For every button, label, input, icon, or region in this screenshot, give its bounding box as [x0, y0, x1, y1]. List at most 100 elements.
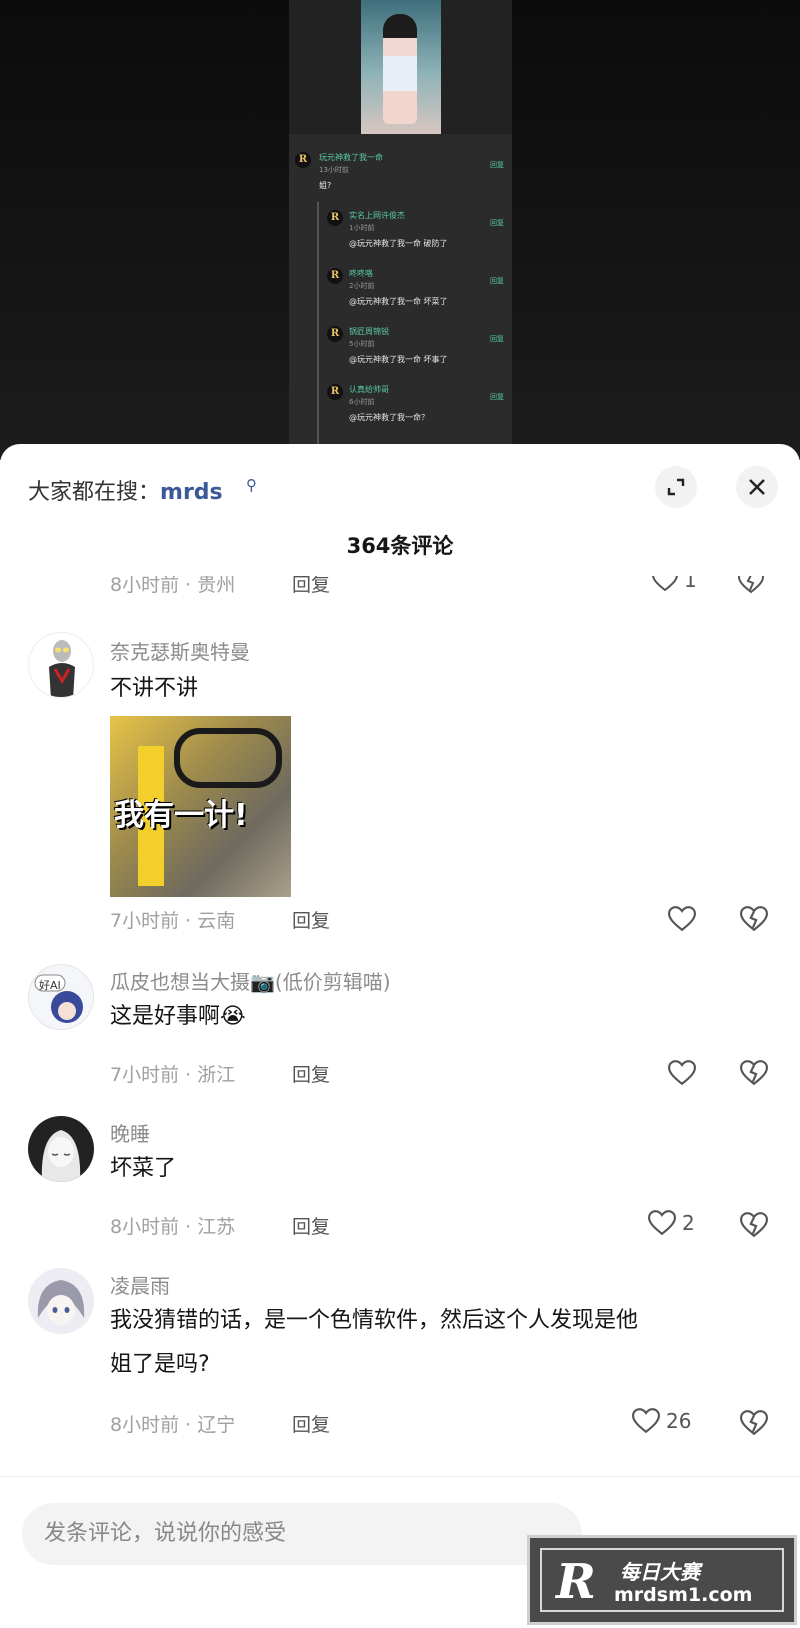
video-frame: R 玩元神救了我一命 13小时前 姐? 回复 R 实名上网许俊杰 1小时前 @玩…: [289, 0, 512, 460]
comment-list[interactable]: 8小时前 · 贵州 回复 1 奈克瑟斯奥特曼 不讲不讲 我有一计! 7小时前 ·…: [0, 576, 800, 1476]
reply-button[interactable]: 回复: [292, 576, 330, 597]
avatar[interactable]: 好AI: [28, 964, 94, 1030]
mini-comment: R 认真给帅哥 6小时前 @玩元神救了我一命？ 回复: [289, 380, 512, 440]
watermark-url: mrdsm1.com: [614, 1584, 753, 1606]
reply-button[interactable]: 回复: [292, 1060, 330, 1087]
mini-text: 姐?: [319, 181, 332, 190]
search-icon: ⚲: [246, 476, 257, 494]
expand-button[interactable]: [655, 466, 697, 508]
mini-comment: R 锅匠周锦锐 5小时前 @玩元神救了我一命 坏事了 回复: [289, 322, 512, 382]
mini-avatar-logo: R: [327, 268, 343, 284]
comment-sheet: 大家都在搜：mrds ⚲ 364条评论 8小时前 · 贵州 回复 1 奈克瑟斯奥…: [0, 444, 800, 1628]
heart-icon: [668, 906, 696, 932]
mini-reply: 回复: [490, 335, 504, 343]
mini-avatar-logo: R: [327, 210, 343, 226]
like-count: 26: [666, 1409, 692, 1433]
comment-username[interactable]: 晚睡: [110, 1118, 150, 1147]
like-button[interactable]: 2: [648, 1210, 695, 1236]
comment-username[interactable]: 凌晨雨: [110, 1270, 170, 1299]
mini-reply: 回复: [490, 393, 504, 401]
mini-reply: 回复: [490, 277, 504, 285]
mini-reply: 回复: [490, 161, 504, 169]
comment-username[interactable]: 奈克瑟斯奥特曼: [110, 636, 250, 665]
expand-icon: [667, 478, 685, 496]
mini-avatar-logo: R: [327, 326, 343, 342]
mini-time: 13小时前: [319, 166, 349, 174]
meme-caption: 我有一计!: [114, 798, 248, 833]
comment-text: 我没猜错的话，是一个色情软件，然后这个人发现是他: [110, 1308, 639, 1333]
like-count: 2: [682, 1211, 695, 1235]
like-button[interactable]: 26: [632, 1408, 691, 1434]
mini-text: @玩元神救了我一命 破防了: [349, 239, 448, 248]
anime-avatar-icon: [34, 974, 83, 1023]
avatar[interactable]: [28, 1116, 94, 1182]
comment-meta: 7小时前 · 云南: [110, 910, 236, 932]
search-suggestion[interactable]: 大家都在搜：mrds: [28, 474, 223, 506]
heart-icon: [668, 1060, 696, 1086]
avatar[interactable]: [28, 1268, 94, 1334]
mini-time: 1小时前: [349, 224, 375, 232]
heart-icon: [652, 576, 678, 592]
mini-time: 5小时前: [349, 340, 375, 348]
comment-username[interactable]: 瓜皮也想当大摄📷(低价剪辑喵): [110, 966, 391, 995]
mini-comment: R 咚咚咯 2小时前 @玩元神救了我一命 坏菜了 回复: [289, 264, 512, 324]
dislike-icon[interactable]: [740, 1060, 768, 1086]
comment-count: 364条评论: [346, 534, 454, 558]
like-button[interactable]: 1: [652, 576, 697, 592]
meme-image[interactable]: 我有一计!: [110, 716, 291, 897]
mini-text: @玩元神救了我一命 坏事了: [349, 355, 448, 364]
mini-avatar-logo: R: [327, 384, 343, 400]
mini-time: 6小时前: [349, 398, 375, 406]
search-suggestion-prefix: 大家都在搜：: [28, 480, 161, 505]
heart-icon: [632, 1408, 660, 1434]
comment-meta: 8小时前 · 江苏: [110, 1216, 236, 1238]
like-button[interactable]: [668, 1060, 696, 1086]
reply-button[interactable]: 回复: [292, 1212, 330, 1239]
mini-text: @玩元神救了我一命 坏菜了: [349, 297, 448, 306]
reply-button[interactable]: 回复: [292, 906, 330, 933]
comment-text: 坏菜了: [110, 1156, 177, 1181]
anime-avatar-icon: [41, 1130, 81, 1182]
heart-icon: [648, 1210, 676, 1236]
meme-glasses: [174, 728, 282, 788]
video-player[interactable]: R 玩元神救了我一命 13小时前 姐? 回复 R 实名上网许俊杰 1小时前 @玩…: [0, 0, 800, 460]
ultraman-avatar-icon: [49, 640, 75, 697]
dislike-icon[interactable]: [740, 1212, 768, 1238]
mini-comment: R 玩元神救了我一命 13小时前 姐? 回复: [289, 146, 512, 206]
thumbnail-figure: [383, 14, 417, 124]
mini-username: 咚咚咯: [349, 269, 373, 278]
watermark-title: 每日大赛: [620, 1560, 700, 1584]
mini-comment: R 实名上网许俊杰 1小时前 @玩元神救了我一命 破防了 回复: [289, 206, 512, 266]
comment-text: 这是好事啊😭: [110, 1004, 246, 1029]
dislike-icon[interactable]: [738, 576, 764, 594]
mini-username: 实名上网许俊杰: [349, 211, 405, 220]
reply-button[interactable]: 回复: [292, 1410, 330, 1437]
embedded-comment-screenshot: R 玩元神救了我一命 13小时前 姐? 回复 R 实名上网许俊杰 1小时前 @玩…: [289, 134, 512, 460]
comment-meta: 8小时前 · 辽宁: [110, 1414, 236, 1436]
close-icon: [749, 479, 765, 495]
mini-username: 认真给帅哥: [349, 385, 389, 394]
avatar-badge: 好AI: [39, 979, 61, 992]
watermark-frame: R 每日大赛 mrdsm1.com: [540, 1548, 784, 1612]
comment-text-continued: 姐了是吗?: [110, 1352, 210, 1377]
avatar[interactable]: [28, 632, 94, 698]
mini-avatar-logo: R: [295, 152, 311, 168]
comment-meta: 8小时前 · 贵州: [110, 576, 236, 596]
anime-avatar-icon: [37, 1280, 85, 1325]
watermark-letter: R: [556, 1554, 596, 1610]
dislike-icon[interactable]: [740, 1410, 768, 1436]
watermark-logo: R 每日大赛 mrdsm1.com: [527, 1535, 797, 1625]
like-count: 1: [684, 576, 697, 592]
mini-text: @玩元神救了我一命？: [349, 413, 429, 422]
mini-time: 2小时前: [349, 282, 375, 290]
video-thumbnail: [361, 0, 441, 134]
like-button[interactable]: [668, 906, 696, 932]
comment-text: 不讲不讲: [110, 676, 199, 701]
mini-username: 锅匠周锦锐: [349, 327, 389, 336]
search-suggestion-keyword[interactable]: mrds: [160, 480, 223, 505]
comment-meta: 7小时前 · 浙江: [110, 1064, 236, 1086]
dislike-icon[interactable]: [740, 906, 768, 932]
comment-input[interactable]: 发条评论，说说你的感受: [22, 1503, 582, 1565]
mini-reply: 回复: [490, 219, 504, 227]
close-button[interactable]: [736, 466, 778, 508]
